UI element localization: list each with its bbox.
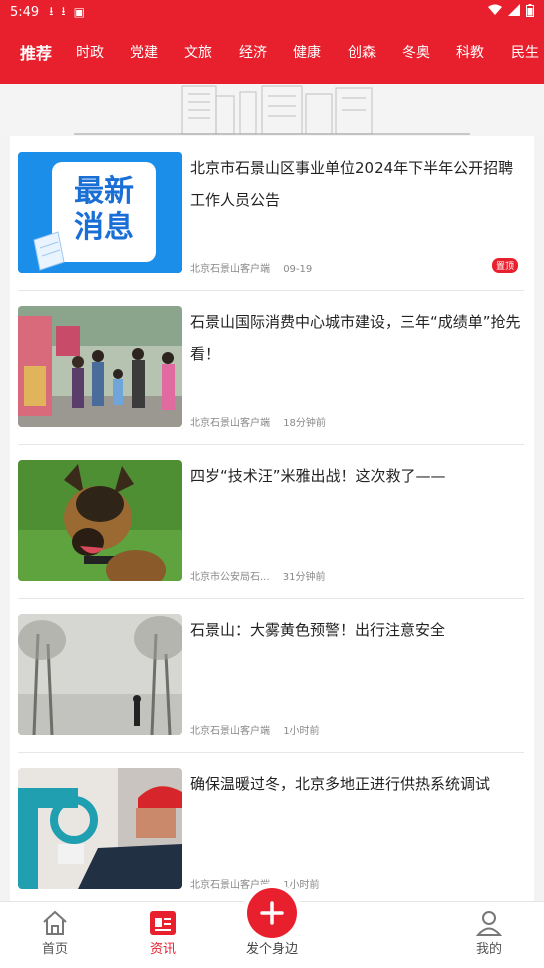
tab-livelihood[interactable]: 民生 xyxy=(511,42,539,62)
nav-mine-label: 我的 xyxy=(475,942,502,957)
news-meta: 北京石景山客户端 18分钟前 xyxy=(190,414,326,429)
news-thumbnail xyxy=(18,768,182,889)
news-title[interactable]: 北京市石景山区事业单位2024年下半年公开招聘工作人员公告 xyxy=(190,152,524,216)
nav-home[interactable]: 首页 xyxy=(10,908,100,957)
tab-health[interactable]: 健康 xyxy=(293,42,321,62)
home-icon xyxy=(10,908,100,938)
thumb-text: 最新 xyxy=(74,174,134,209)
tab-culture-travel[interactable]: 文旅 xyxy=(184,42,212,62)
news-title[interactable]: 石景山国际消费中心城市建设，三年“成绩单”抢先看！ xyxy=(190,306,524,370)
news-title[interactable]: 确保温暖过冬，北京多地正进行供热系统调试 xyxy=(190,768,524,800)
news-thumbnail xyxy=(18,306,182,427)
news-source: 北京石景山客户端 xyxy=(190,418,270,429)
news-time: 1小时前 xyxy=(283,726,320,737)
post-button-label[interactable]: 发个身边 xyxy=(232,938,312,957)
news-thumbnail xyxy=(18,460,182,581)
tab-winter-olympics[interactable]: 冬奥 xyxy=(402,42,430,62)
nav-mine[interactable]: 我的 xyxy=(444,908,534,957)
news-source: 北京石景山客户端 xyxy=(190,880,270,891)
news-thumbnail xyxy=(18,614,182,735)
tab-science-education[interactable]: 科教 xyxy=(456,42,484,62)
notification-icon: ▣ xyxy=(73,5,85,19)
tab-recommend[interactable]: 推荐 xyxy=(20,40,52,64)
nav-news-label: 资讯 xyxy=(149,942,176,957)
tab-forest[interactable]: 创森 xyxy=(348,42,376,62)
header-bar: 5:49 ⭳ ⭳ ▣ 推荐 时政 党建 文旅 经济 健康 创森 冬奥 科教 民生 xyxy=(0,0,544,84)
thumb-text: 消息 xyxy=(74,210,134,245)
status-bar: 5:49 ⭳ ⭳ ▣ xyxy=(0,0,544,24)
nav-news[interactable]: 资讯 xyxy=(118,908,208,957)
news-thumbnail: 最新 消息 xyxy=(18,152,182,273)
battery-icon xyxy=(526,3,534,21)
news-item[interactable]: 确保温暖过冬，北京多地正进行供热系统调试 北京石景山客户端 1小时前 xyxy=(18,752,524,901)
news-icon xyxy=(118,908,208,938)
download-icon: ⭳ xyxy=(49,3,54,18)
download-icon: ⭳ xyxy=(61,3,66,18)
news-source: 北京石景山客户端 xyxy=(190,726,270,737)
news-time: 31分钟前 xyxy=(282,572,326,583)
tab-economy[interactable]: 经济 xyxy=(239,42,267,62)
news-meta: 北京市公安局石... 31分钟前 xyxy=(190,568,325,583)
status-time: 5:49 xyxy=(10,4,40,20)
news-item[interactable]: 石景山国际消费中心城市建设，三年“成绩单”抢先看！ 北京石景山客户端 18分钟前 xyxy=(18,290,524,445)
news-time: 18分钟前 xyxy=(283,418,326,429)
news-item[interactable]: 最新 消息 北京市石景山区事业单位2024年下半年公开招聘工作人员公告 北京石景… xyxy=(18,136,524,291)
news-title[interactable]: 四岁“技术汪”米雅出战！这次救了—— xyxy=(190,460,524,492)
news-item[interactable]: 石景山：大雾黄色预警！出行注意安全 北京石景山客户端 1小时前 xyxy=(18,598,524,753)
user-icon xyxy=(444,908,534,938)
pinned-badge: 置顶 xyxy=(491,258,518,273)
news-meta: 北京石景山客户端 1小时前 xyxy=(190,876,320,891)
news-list: 最新 消息 北京市石景山区事业单位2024年下半年公开招聘工作人员公告 北京石景… xyxy=(10,136,534,901)
post-button[interactable] xyxy=(247,888,297,938)
wifi-icon xyxy=(488,4,502,20)
plus-icon xyxy=(260,901,284,925)
news-meta: 北京石景山客户端 1小时前 xyxy=(190,722,320,737)
news-source: 北京市公安局石... xyxy=(190,572,270,583)
category-tabs: 推荐 时政 党建 文旅 经济 健康 创森 冬奥 科教 民生 xyxy=(0,36,544,68)
news-time: 1小时前 xyxy=(283,880,320,891)
tab-politics[interactable]: 时政 xyxy=(76,42,104,62)
tab-party[interactable]: 党建 xyxy=(130,42,158,62)
news-meta: 北京石景山客户端 09-19 xyxy=(190,260,312,275)
banner-illustration xyxy=(0,84,544,136)
signal-icon xyxy=(508,4,520,20)
news-source: 北京石景山客户端 xyxy=(190,264,270,275)
news-item[interactable]: 四岁“技术汪”米雅出战！这次救了—— 北京市公安局石... 31分钟前 xyxy=(18,444,524,599)
news-title[interactable]: 石景山：大雾黄色预警！出行注意安全 xyxy=(190,614,524,646)
news-time: 09-19 xyxy=(283,264,313,275)
nav-home-label: 首页 xyxy=(41,942,68,957)
